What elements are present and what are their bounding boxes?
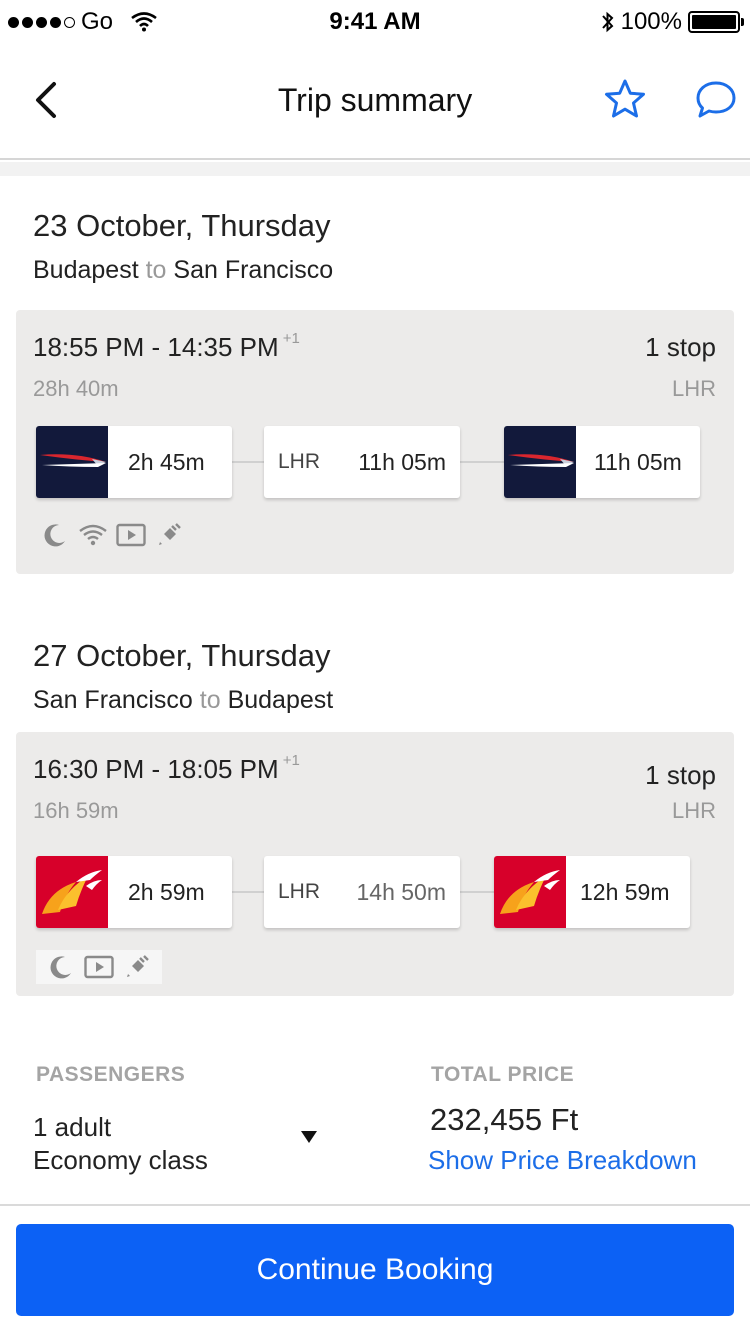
trip-date: 23 October, Thursday (33, 208, 331, 243)
route-destination: Budapest (227, 686, 334, 714)
british-airways-logo (504, 426, 576, 498)
battery-icon (688, 11, 744, 33)
route-origin: Budapest (33, 256, 139, 284)
segment-connector (460, 461, 504, 463)
segment-connector (232, 891, 264, 893)
plug-icon (150, 518, 188, 552)
total-price-label: TOTAL PRICE (431, 1063, 575, 1086)
moon-icon (42, 950, 80, 984)
route-origin: San Francisco (33, 686, 193, 714)
stop-airport-code: LHR (671, 376, 716, 401)
wifi-icon (74, 518, 112, 552)
segment-connector (460, 891, 494, 893)
bluetooth-icon (601, 11, 614, 33)
iberia-logo (494, 856, 566, 928)
layover-duration: 11h 05m (358, 448, 446, 475)
time-range: 16:30 PM - 18:05 PM (33, 754, 279, 784)
favorite-star-button[interactable] (604, 78, 646, 120)
time-range: 18:55 PM - 14:35 PM (33, 332, 279, 362)
continue-booking-button[interactable]: Continue Booking (16, 1224, 734, 1316)
segment-connector (232, 461, 264, 463)
stop-airport-code: LHR (671, 798, 716, 823)
flight-card[interactable]: 18:55 PM - 14:35 PM +1 28h 40m 1 stop LHR… (16, 310, 734, 574)
video-icon (112, 518, 150, 552)
flight-times: 18:55 PM - 14:35 PM +1 (33, 330, 300, 363)
iberia-logo (36, 856, 108, 928)
amenities-row (36, 950, 162, 984)
total-price-amount: 232,455 Ft (430, 1102, 579, 1137)
flight-segments: 2h 45m LHR 11h 05m 11h 05m (36, 426, 720, 498)
status-right-group: 100% (601, 8, 744, 36)
layover-airport-code: LHR (278, 450, 321, 473)
battery-percent: 100% (620, 8, 682, 35)
section-gap (0, 162, 750, 176)
trip-route: San Francisco to Budapest (33, 686, 333, 715)
dropdown-arrow-icon[interactable] (300, 1130, 318, 1144)
flight-card[interactable]: 16:30 PM - 18:05 PM +1 16h 59m 1 stop LHR… (16, 732, 734, 996)
layover-segment[interactable]: LHR 14h 50m (264, 856, 460, 928)
stops-count: 1 stop (645, 760, 716, 790)
segment-duration: 11h 05m (594, 448, 682, 475)
status-bar: Go 9:41 AM 100% (0, 0, 750, 42)
flight-times: 16:30 PM - 18:05 PM +1 (33, 752, 300, 785)
video-icon (80, 950, 118, 984)
trip-date: 27 October, Thursday (33, 638, 331, 673)
cabin-class[interactable]: Economy class (33, 1145, 208, 1176)
day-offset: +1 (282, 752, 300, 769)
layover-segment[interactable]: LHR 11h 05m (264, 426, 460, 498)
stops-count: 1 stop (645, 332, 716, 362)
layover-airport-code: LHR (278, 880, 321, 903)
route-connector: to (199, 686, 221, 714)
route-destination: San Francisco (173, 256, 334, 284)
total-duration: 16h 59m (33, 798, 119, 823)
plug-icon (118, 950, 156, 984)
passenger-count[interactable]: 1 adult (33, 1112, 111, 1143)
segment-duration: 2h 45m (128, 448, 205, 475)
flight-segment[interactable]: 12h 59m (494, 856, 690, 928)
nav-bar: Trip summary (0, 42, 750, 160)
flight-segment[interactable]: 2h 59m (36, 856, 232, 928)
flight-segment[interactable]: 11h 05m (504, 426, 700, 498)
segment-duration: 2h 59m (128, 878, 205, 905)
amenities-row (36, 518, 188, 552)
day-offset: +1 (282, 330, 300, 347)
footer-divider (0, 1204, 750, 1206)
layover-duration: 14h 50m (356, 878, 446, 905)
british-airways-logo (36, 426, 108, 498)
passengers-label: PASSENGERS (36, 1063, 186, 1086)
chat-bubble-button[interactable] (694, 78, 738, 122)
route-connector: to (145, 256, 167, 284)
flight-segment[interactable]: 2h 45m (36, 426, 232, 498)
price-breakdown-link[interactable]: Show Price Breakdown (428, 1145, 697, 1176)
trip-route: Budapest to San Francisco (33, 256, 333, 285)
flight-segments: 2h 59m LHR 14h 50m 12h 59m (36, 856, 720, 928)
moon-icon (36, 518, 74, 552)
segment-duration: 12h 59m (580, 878, 670, 905)
total-duration: 28h 40m (33, 376, 119, 401)
